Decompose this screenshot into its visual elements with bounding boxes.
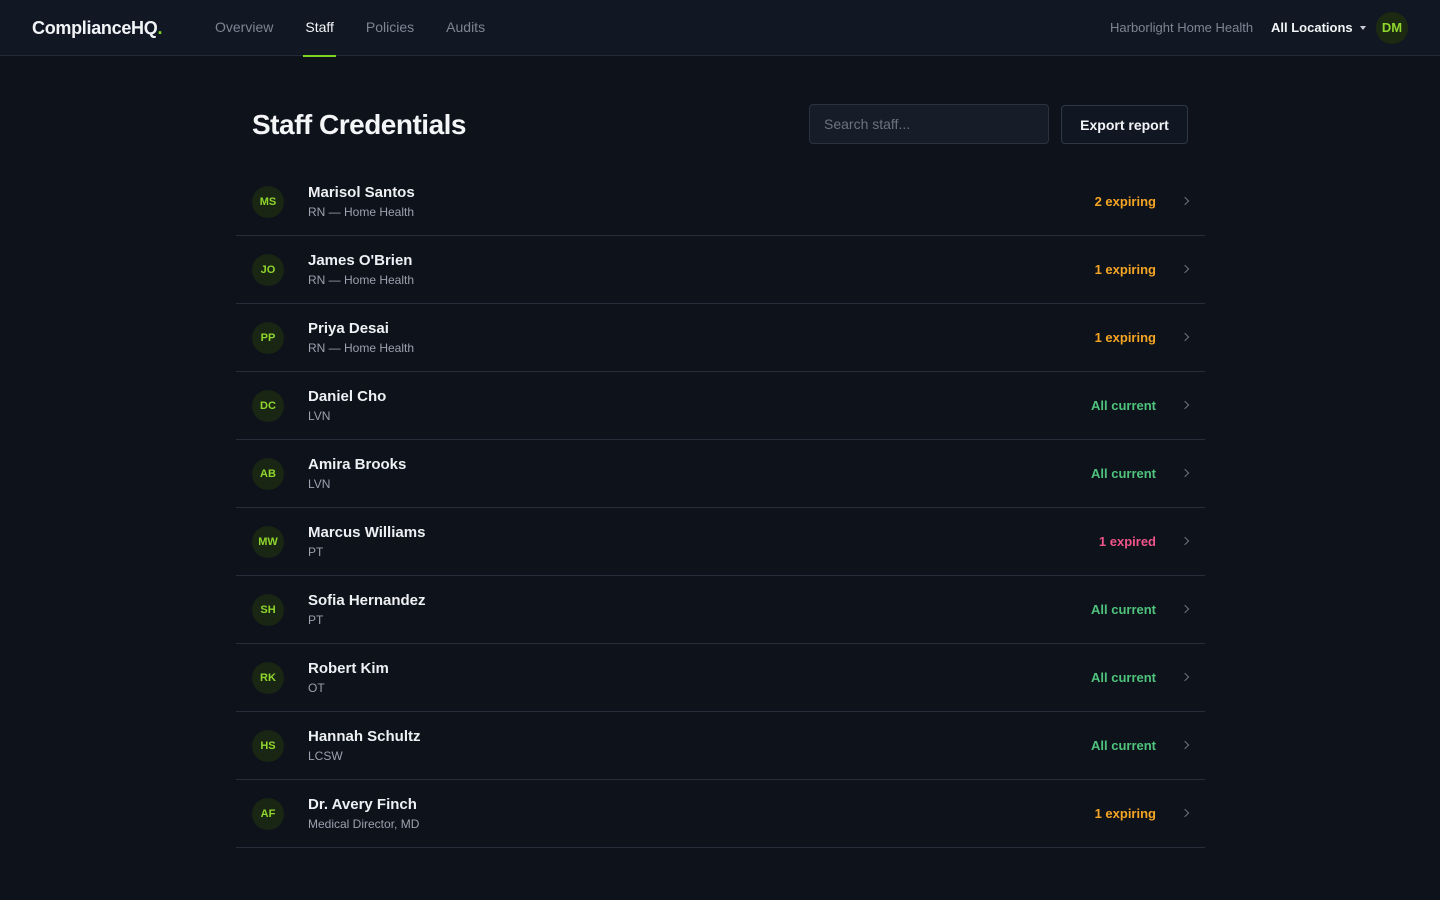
- tab-audits[interactable]: Audits: [446, 0, 485, 56]
- staff-name: Robert Kim: [308, 660, 389, 677]
- organization-name: Harborlight Home Health: [1110, 20, 1254, 35]
- staff-row[interactable]: SH Sofia Hernandez PT All current: [236, 576, 1205, 644]
- staff-avatar: AF: [252, 798, 284, 830]
- staff-avatar: MW: [252, 526, 284, 558]
- staff-role: LCSW: [308, 749, 343, 763]
- staff-avatar: RK: [252, 662, 284, 694]
- staff-list: MS Marisol Santos RN — Home Health 2 expiri…: [236, 168, 1205, 848]
- top-navigation-bar: ComplianceHQ. Overview Staff Policies Au…: [0, 0, 1440, 57]
- staff-name: Hannah Schultz: [308, 728, 421, 745]
- staff-role: RN — Home Health: [308, 205, 415, 219]
- staff-avatar: DC: [252, 390, 284, 422]
- search-input[interactable]: [809, 104, 1049, 144]
- staff-name: Priya Desai: [308, 320, 389, 337]
- tab-overview[interactable]: Overview: [215, 0, 273, 56]
- staff-role: PT: [308, 545, 324, 559]
- chevron-right-icon: [1180, 400, 1190, 410]
- staff-role: LVN: [308, 409, 331, 423]
- tab-policies[interactable]: Policies: [366, 0, 414, 56]
- main-nav: Overview Staff Policies Audits: [215, 0, 517, 57]
- staff-avatar: SH: [252, 594, 284, 626]
- chevron-right-icon: [1180, 196, 1190, 206]
- chevron-right-icon: [1180, 536, 1190, 546]
- chevron-right-icon: [1180, 740, 1190, 750]
- chevron-right-icon: [1180, 468, 1190, 478]
- chevron-right-icon: [1180, 808, 1190, 818]
- staff-avatar: JO: [252, 254, 284, 286]
- caret-down-icon: [1359, 26, 1366, 30]
- chevron-right-icon: [1180, 672, 1190, 682]
- staff-name: Marisol Santos: [308, 184, 415, 201]
- staff-role: PT: [308, 613, 324, 627]
- chevron-right-icon: [1180, 264, 1190, 274]
- chevron-right-icon: [1180, 604, 1190, 614]
- staff-role: RN — Home Health: [308, 341, 415, 355]
- staff-row[interactable]: AB Amira Brooks LVN All current: [236, 440, 1205, 508]
- staff-row[interactable]: MS Marisol Santos RN — Home Health 2 expiri…: [236, 168, 1205, 236]
- staff-row[interactable]: PP Priya Desai RN — Home Health 1 expiring: [236, 304, 1205, 372]
- app-logo[interactable]: ComplianceHQ.: [32, 16, 162, 40]
- credential-status-badge: 1 expiring: [1094, 262, 1156, 277]
- staff-name: Dr. Avery Finch: [308, 796, 417, 813]
- credential-status-badge: All current: [1090, 738, 1156, 753]
- credential-status-badge: 1 expiring: [1094, 330, 1156, 345]
- credential-status-badge: 2 expiring: [1094, 194, 1156, 209]
- export-report-button[interactable]: Export report: [1061, 105, 1188, 144]
- tab-staff[interactable]: Staff: [303, 0, 336, 57]
- location-selector-label: All Locations: [1271, 20, 1353, 35]
- logo-text: ComplianceHQ: [32, 18, 158, 38]
- staff-row[interactable]: DC Daniel Cho LVN All current: [236, 372, 1205, 440]
- staff-role: RN — Home Health: [308, 273, 415, 287]
- staff-name: James O'Brien: [308, 252, 413, 269]
- staff-role: LVN: [308, 477, 331, 491]
- credential-status-badge: All current: [1090, 602, 1156, 617]
- staff-row[interactable]: RK Robert Kim OT All current: [236, 644, 1205, 712]
- staff-role: Medical Director, MD: [308, 817, 420, 831]
- staff-name: Sofia Hernandez: [308, 592, 426, 609]
- staff-avatar: AB: [252, 458, 284, 490]
- location-selector[interactable]: All Locations: [1271, 19, 1366, 37]
- staff-name: Amira Brooks: [308, 456, 407, 473]
- staff-row[interactable]: AF Dr. Avery Finch Medical Director, MD 1 e…: [236, 780, 1205, 848]
- staff-row[interactable]: JO James O'Brien RN — Home Health 1 expirin…: [236, 236, 1205, 304]
- staff-avatar: PP: [252, 322, 284, 354]
- credential-status-badge: 1 expired: [1098, 534, 1156, 549]
- staff-row[interactable]: MW Marcus Williams PT 1 expired: [236, 508, 1205, 576]
- staff-name: Daniel Cho: [308, 388, 387, 405]
- staff-avatar: MS: [252, 186, 284, 218]
- credential-status-badge: All current: [1090, 398, 1156, 413]
- staff-role: OT: [308, 681, 325, 695]
- credential-status-badge: All current: [1090, 466, 1156, 481]
- credential-status-badge: All current: [1090, 670, 1156, 685]
- chevron-right-icon: [1180, 332, 1190, 342]
- user-avatar[interactable]: DM: [1376, 12, 1408, 44]
- staff-name: Marcus Williams: [308, 524, 426, 541]
- staff-avatar: HS: [252, 730, 284, 762]
- credential-status-badge: 1 expiring: [1094, 806, 1156, 821]
- staff-row[interactable]: HS Hannah Schultz LCSW All current: [236, 712, 1205, 780]
- page-title: Staff Credentials: [252, 109, 467, 140]
- logo-dot: .: [157, 18, 163, 38]
